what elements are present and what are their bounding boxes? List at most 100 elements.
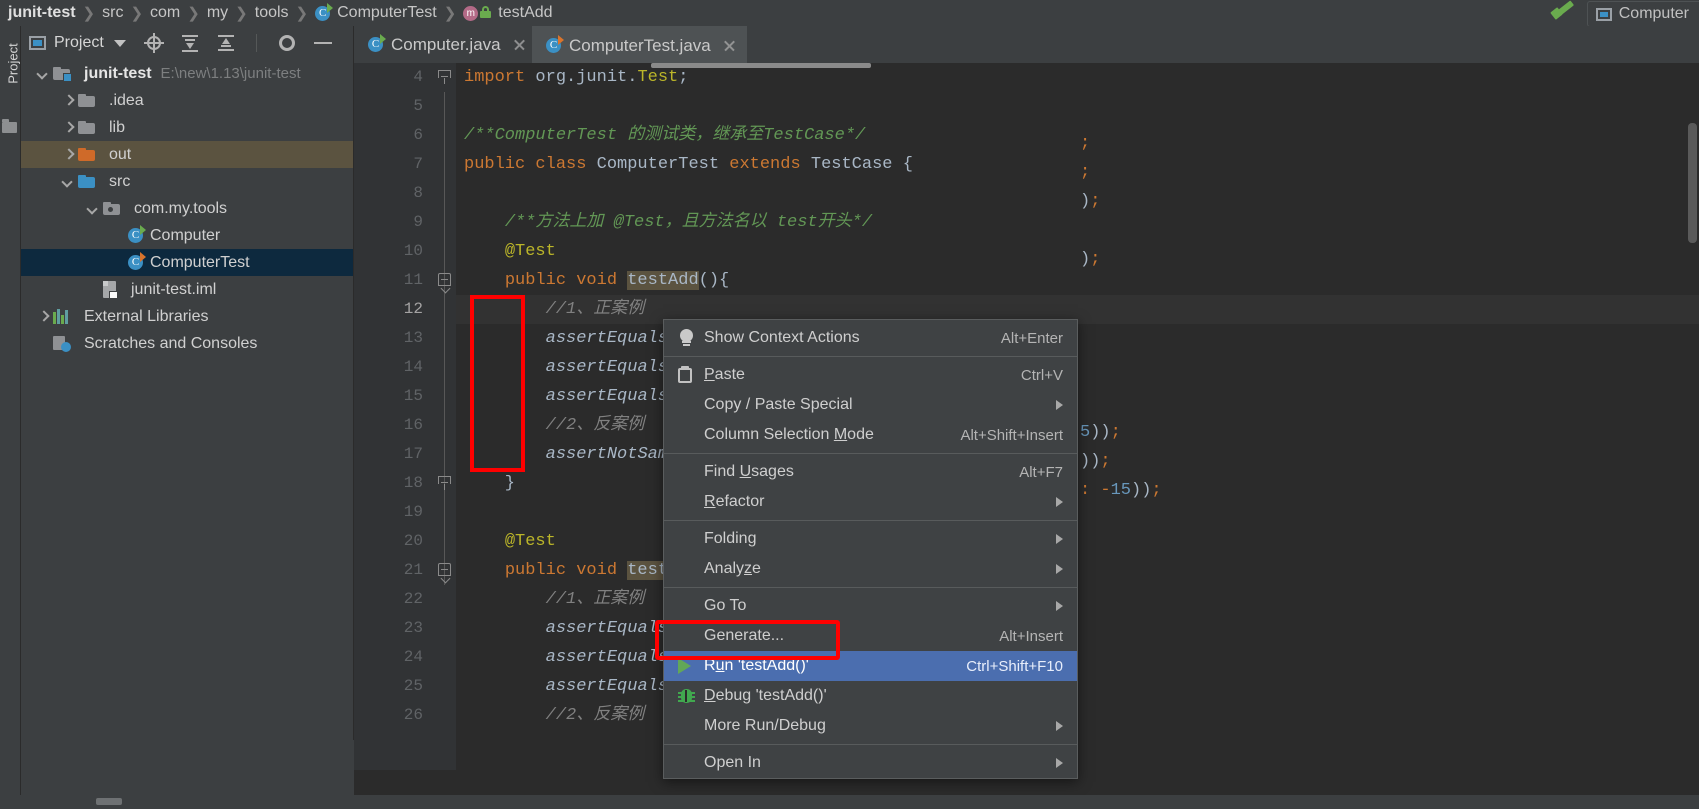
collapse-all-icon[interactable] bbox=[216, 33, 236, 53]
breadcrumb-item-src[interactable]: src bbox=[102, 4, 123, 22]
menu-item-more-run-debug[interactable]: More Run/Debug bbox=[664, 711, 1077, 741]
bottom-tool-strip bbox=[0, 795, 1699, 809]
menu-item-paste[interactable]: Paste Ctrl+V bbox=[664, 360, 1077, 390]
code-line[interactable]: @Test bbox=[456, 237, 1699, 266]
expand-all-icon[interactable] bbox=[180, 33, 200, 53]
project-icon bbox=[29, 36, 46, 50]
ide-window: junit-test ❯ src ❯ com ❯ my ❯ tools ❯ ComputerTest… bbox=[0, 0, 1699, 809]
code-line[interactable]: public class ComputerTest extends TestCa… bbox=[456, 150, 1699, 179]
fold-guide-line bbox=[444, 237, 445, 266]
menu-item-label: Run 'testAdd()' bbox=[704, 657, 809, 674]
chevron-down-icon[interactable] bbox=[85, 201, 101, 217]
hide-icon[interactable] bbox=[313, 33, 333, 53]
line-number: 23 bbox=[403, 619, 423, 637]
code-line[interactable] bbox=[456, 92, 1699, 121]
chevron-down-icon[interactable] bbox=[60, 174, 76, 190]
fold-toggle-icon[interactable] bbox=[438, 70, 452, 85]
project-panel-toolbar: Project bbox=[21, 26, 353, 60]
horizontal-scrollbar[interactable] bbox=[651, 63, 871, 68]
tree-item-scratches-and-consoles[interactable]: Scratches and Consoles bbox=[21, 330, 353, 357]
gutter-row: 23 bbox=[354, 614, 434, 643]
line-number: 5 bbox=[413, 97, 423, 115]
tree-item-com-my-tools[interactable]: com.my.tools bbox=[21, 195, 353, 222]
code-line[interactable]: public void testAdd(){ bbox=[456, 266, 1699, 295]
code-folding-gutter[interactable] bbox=[434, 63, 457, 770]
menu-item-folding[interactable]: Folding bbox=[664, 524, 1077, 554]
tree-item--idea[interactable]: .idea bbox=[21, 87, 353, 114]
code-line[interactable]: /**方法上加 @Test，且方法名以 test开头*/ bbox=[456, 208, 1699, 237]
build-hammer-icon[interactable] bbox=[1549, 0, 1577, 25]
tree-item-computertest[interactable]: ComputerTest bbox=[21, 249, 353, 276]
gutter-row: 4 bbox=[354, 63, 434, 92]
java-class-icon bbox=[315, 2, 334, 21]
project-panel-title[interactable]: Project bbox=[29, 34, 126, 52]
right-tool-tab[interactable]: Computer bbox=[1586, 1, 1699, 27]
menu-item-copy-paste-special[interactable]: Copy / Paste Special bbox=[664, 390, 1077, 420]
vertical-scrollbar[interactable] bbox=[1688, 123, 1697, 243]
gutter-row: 6 bbox=[354, 121, 434, 150]
menu-item-refactor[interactable]: Refactor bbox=[664, 487, 1077, 517]
fold-toggle-icon[interactable] bbox=[438, 273, 452, 294]
tree-item-external-libraries[interactable]: External Libraries bbox=[21, 303, 353, 330]
menu-item-analyze[interactable]: Analyze bbox=[664, 554, 1077, 584]
chevron-right-icon[interactable] bbox=[60, 120, 76, 136]
code-line[interactable]: /**ComputerTest 的测试类，继承至TestCase*/ bbox=[456, 121, 1699, 150]
tree-item-label: junit-test bbox=[84, 64, 152, 82]
gutter-row: 7 bbox=[354, 150, 457, 179]
breadcrumb-item-junit-test[interactable]: junit-test bbox=[8, 4, 76, 22]
line-number: 19 bbox=[403, 503, 423, 521]
chevron-down-icon[interactable] bbox=[35, 66, 51, 82]
project-strip-label[interactable]: Project bbox=[6, 29, 21, 99]
tree-item-src[interactable]: src bbox=[21, 168, 353, 195]
fold-guide-line bbox=[444, 498, 445, 527]
gutter-row: 14 bbox=[354, 353, 434, 382]
breadcrumb-item-tools[interactable]: tools bbox=[255, 4, 289, 22]
chevron-right-icon[interactable] bbox=[60, 147, 76, 163]
editor-context-menu[interactable]: Show Context Actions Alt+Enter Paste Ctrl+V… bbox=[663, 319, 1078, 779]
editor-tab-computertest-java[interactable]: ComputerTest.java bbox=[532, 26, 747, 63]
tree-item-junit-test[interactable]: junit-test E:\new\1.13\junit-test bbox=[21, 60, 353, 87]
menu-item-label: Show Context Actions bbox=[704, 329, 860, 346]
editor-tab-computer-java[interactable]: Computer.java bbox=[354, 26, 537, 63]
folder-icon bbox=[78, 94, 102, 107]
menu-item-show-context-actions[interactable]: Show Context Actions Alt+Enter bbox=[664, 323, 1077, 353]
chevron-right-icon[interactable] bbox=[35, 309, 51, 325]
gear-icon[interactable] bbox=[277, 33, 297, 53]
menu-item-icon-slot bbox=[678, 366, 704, 384]
chevron-right-icon[interactable] bbox=[60, 93, 76, 109]
menu-item-go-to[interactable]: Go To bbox=[664, 591, 1077, 621]
close-icon[interactable] bbox=[722, 38, 737, 53]
tree-item-computer[interactable]: Computer bbox=[21, 222, 353, 249]
tree-item-lib[interactable]: lib bbox=[21, 114, 353, 141]
fold-guide-line bbox=[444, 121, 445, 150]
fold-toggle-icon[interactable] bbox=[438, 476, 452, 491]
menu-item-label: Paste bbox=[704, 366, 745, 383]
tree-item-out[interactable]: out bbox=[21, 141, 353, 168]
menu-item-open-in[interactable]: Open In bbox=[664, 748, 1077, 778]
breadcrumb-item-my[interactable]: my bbox=[207, 4, 228, 22]
code-line[interactable] bbox=[456, 179, 1699, 208]
locate-icon[interactable] bbox=[143, 33, 164, 53]
code-line-text: /**方法上加 @Test，且方法名以 test开头*/ bbox=[504, 213, 873, 232]
tree-item-junit-test-iml[interactable]: junit-test.iml bbox=[21, 276, 353, 303]
menu-item-run-testadd[interactable]: Run 'testAdd()' Ctrl+Shift+F10 bbox=[664, 651, 1077, 681]
fold-row bbox=[434, 498, 456, 527]
menu-item-column-selection-mode[interactable]: Column Selection Mode Alt+Shift+Insert bbox=[664, 420, 1077, 450]
submenu-arrow-icon bbox=[1056, 400, 1063, 410]
breadcrumb-item-com[interactable]: com bbox=[150, 4, 180, 22]
chevron-down-icon[interactable] bbox=[113, 39, 126, 47]
menu-item-debug-testadd[interactable]: Debug 'testAdd()' bbox=[664, 681, 1077, 711]
code-line[interactable]: import org.junit.Test; bbox=[456, 63, 1699, 92]
tree-item-label: out bbox=[109, 145, 132, 163]
menu-item-generate[interactable]: Generate... Alt+Insert bbox=[664, 621, 1077, 651]
fold-guide-line bbox=[444, 150, 445, 179]
line-number: 22 bbox=[403, 590, 423, 608]
fold-toggle-icon[interactable] bbox=[438, 563, 452, 584]
breadcrumb-item-computertest[interactable]: ComputerTest bbox=[315, 2, 437, 22]
tree-item-label: junit-test.iml bbox=[131, 280, 217, 298]
editor-tab-label: Computer.java bbox=[391, 34, 501, 54]
breadcrumb-item-testadd[interactable]: testAdd bbox=[463, 4, 553, 22]
close-icon[interactable] bbox=[512, 37, 527, 52]
line-number: 8 bbox=[413, 184, 423, 202]
menu-item-find-usages[interactable]: Find Usages Alt+F7 bbox=[664, 457, 1077, 487]
